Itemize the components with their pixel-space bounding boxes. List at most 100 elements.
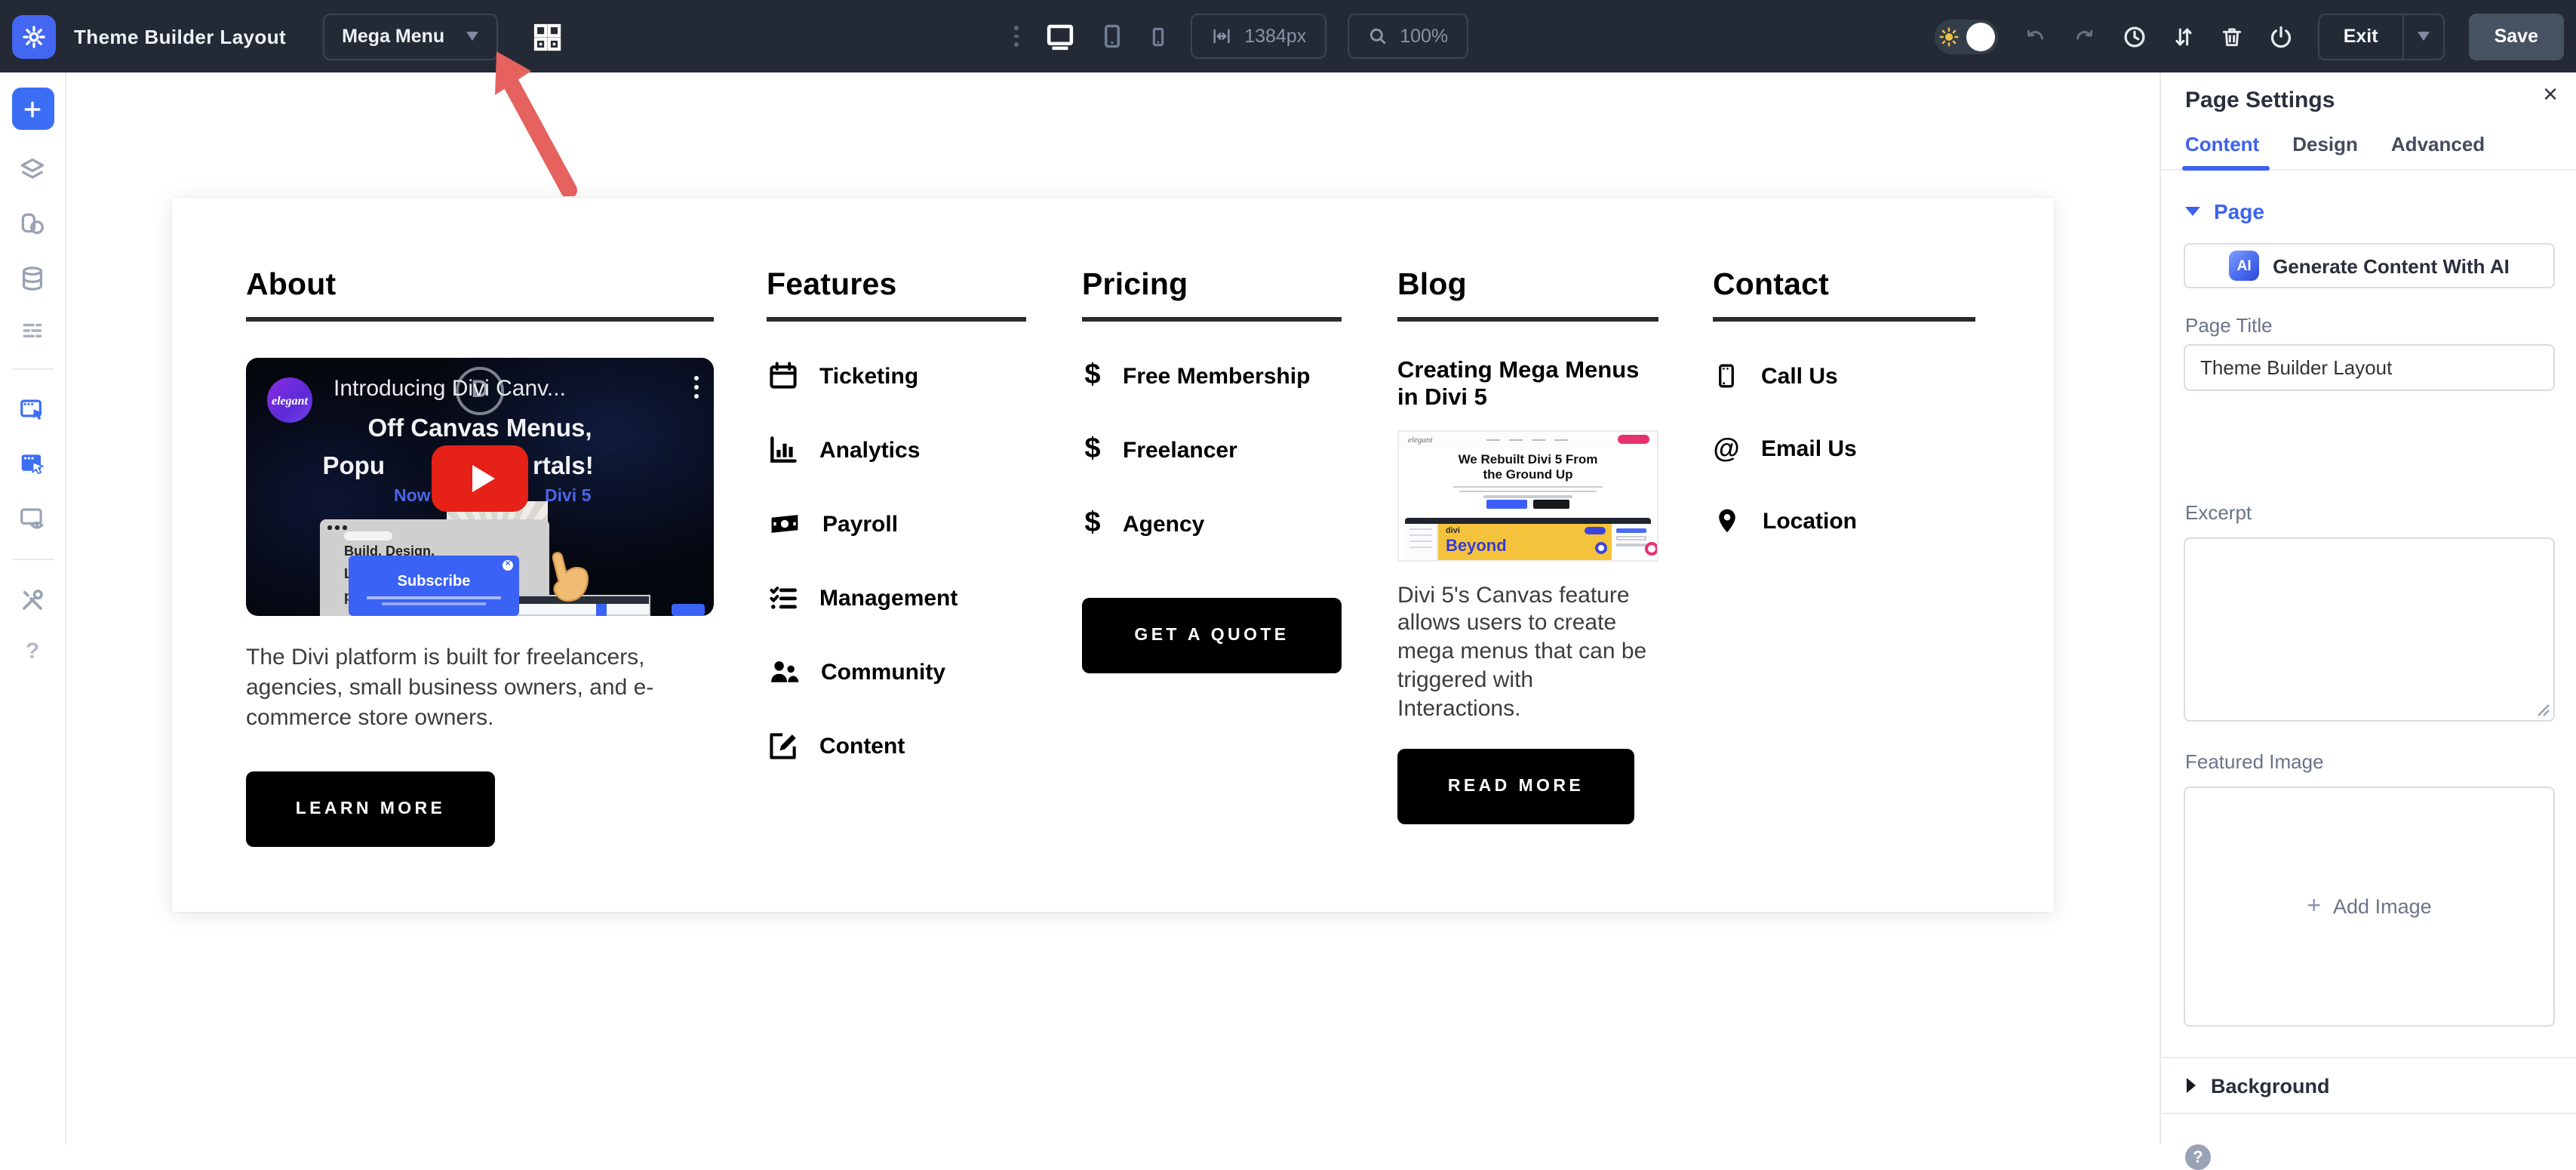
column-blog: Blog Creating Mega Menus in Divi 5 elega… (1397, 267, 1658, 912)
desktop-icon (1042, 20, 1077, 52)
page-section-toggle[interactable]: Page (2185, 199, 2264, 223)
page-settings-button[interactable] (18, 319, 47, 343)
video-caption-line: Off Canvas Menus, (246, 415, 714, 444)
zoom-level-input[interactable]: 100% (1347, 14, 1468, 59)
tablet-icon (1098, 21, 1125, 51)
thumb-app-screenshot: divi Beyond (1405, 517, 1651, 559)
layout-title: Theme Builder Layout (74, 25, 286, 48)
interactions-active-button[interactable] (17, 450, 48, 479)
phone-view-button[interactable] (1146, 22, 1169, 51)
sidebar-divider (11, 368, 54, 370)
mega-menu-preview[interactable]: About elegant D Introducing Divi Canv...… (172, 198, 2054, 912)
blog-heading: Blog (1397, 267, 1658, 322)
tab-content[interactable]: Content (2185, 133, 2259, 169)
column-about: About elegant D Introducing Divi Canv...… (246, 267, 714, 912)
redo-button[interactable] (2072, 25, 2098, 48)
column-features: Features Ticketing Analytics Payroll Man… (767, 267, 1026, 912)
menu-item-content[interactable]: Content (767, 728, 1026, 764)
menu-item-management[interactable]: Management (767, 580, 1026, 616)
sidebar-divider (11, 559, 54, 560)
about-heading: About (246, 267, 714, 322)
exit-button[interactable]: Exit (2319, 14, 2402, 58)
pricing-heading: Pricing (1082, 267, 1342, 322)
plus-icon: + (2307, 893, 2321, 920)
close-panel-button[interactable]: × (2543, 82, 2558, 107)
play-button[interactable] (432, 445, 528, 512)
menu-item-call-us[interactable]: Call Us (1713, 358, 1975, 394)
dollar-icon: $ (1082, 507, 1103, 540)
panel-tabs: Content Design Advanced (2185, 133, 2485, 169)
blog-post-title[interactable]: Creating Mega Menus in Divi 5 (1397, 358, 1658, 413)
menu-item-location[interactable]: Location (1713, 503, 1975, 539)
canvas-width-input[interactable]: 1384px (1190, 14, 1326, 59)
reorder-button[interactable] (2172, 23, 2196, 49)
drag-handle-icon[interactable] (1014, 26, 1018, 47)
toggle-knob (1966, 22, 1995, 51)
layers-button[interactable] (17, 155, 48, 184)
tablet-view-button[interactable] (1098, 21, 1125, 51)
add-image-dropzone[interactable]: + Add Image (2184, 787, 2555, 1027)
video-menu-icon[interactable] (694, 376, 699, 399)
video-subscribe-modal: × Subscribe (349, 556, 519, 616)
featured-image-label: Featured Image (2185, 750, 2324, 773)
get-a-quote-button[interactable]: GET A QUOTE (1082, 598, 1342, 673)
undo-icon (2022, 25, 2048, 48)
excerpt-label: Excerpt (2185, 501, 2252, 524)
delete-button[interactable] (2220, 23, 2244, 49)
menu-item-free-membership[interactable]: $ Free Membership (1082, 358, 1342, 394)
preview-button[interactable] (17, 504, 48, 533)
menu-item-analytics[interactable]: Analytics (767, 432, 1026, 468)
history-button[interactable] (2122, 23, 2147, 49)
desktop-view-button[interactable] (1042, 20, 1077, 52)
annotation-arrow (474, 45, 595, 196)
blog-post-thumbnail[interactable]: elegant We Rebuilt Divi 5 Fromthe Ground… (1397, 430, 1658, 561)
clock-icon (2122, 23, 2147, 49)
thumb-site-header: elegant (1399, 431, 1657, 448)
checklist-icon (767, 581, 800, 614)
tab-advanced[interactable]: Advanced (2391, 133, 2485, 169)
menu-item-freelancer[interactable]: $ Freelancer (1082, 432, 1342, 468)
smartphone-icon (1713, 359, 1740, 393)
contact-heading: Contact (1713, 267, 1975, 322)
dollar-icon: $ (1082, 433, 1103, 466)
theme-mode-toggle[interactable] (1935, 19, 1998, 54)
settings-gear-button[interactable] (12, 14, 56, 58)
panel-help-button[interactable]: ? (2185, 1144, 2211, 1170)
tab-design[interactable]: Design (2292, 133, 2358, 169)
power-icon (2268, 23, 2294, 49)
tools-button[interactable] (18, 586, 47, 614)
excerpt-textarea[interactable] (2184, 537, 2555, 722)
close-icon: × (503, 560, 513, 571)
sort-arrows-icon (2172, 23, 2196, 49)
menu-item-community[interactable]: Community (767, 654, 1026, 690)
add-module-button[interactable] (11, 88, 54, 130)
video-title[interactable]: Introducing Divi Canv... (334, 376, 628, 402)
help-button[interactable]: ? (26, 639, 39, 664)
builder-sidebar: ? (0, 72, 66, 1144)
interaction-outline-icon (17, 396, 48, 424)
page-title-input[interactable] (2184, 344, 2555, 391)
interaction-filled-icon (17, 450, 48, 479)
undo-button[interactable] (2022, 25, 2048, 48)
youtube-video-embed[interactable]: elegant D Introducing Divi Canv... Off C… (246, 358, 714, 616)
interactions-button[interactable] (17, 396, 48, 424)
thumb-cta-pill (1618, 435, 1649, 444)
database-button[interactable] (18, 264, 47, 293)
page-title-label: Page Title (2185, 314, 2273, 337)
learn-more-button[interactable]: LEARN MORE (246, 771, 495, 847)
menu-item-payroll[interactable]: Payroll (767, 506, 1026, 542)
resize-handle[interactable] (2535, 702, 2550, 717)
generate-ai-button[interactable]: AI Generate Content With AI (2184, 243, 2555, 288)
exit-options-caret[interactable] (2402, 14, 2443, 58)
read-more-button[interactable]: READ MORE (1397, 750, 1634, 825)
menu-item-ticketing[interactable]: Ticketing (767, 358, 1026, 394)
divi-builder-window: Theme Builder Layout Mega Menu 1384 (0, 0, 2576, 1144)
sun-icon (1938, 25, 1960, 48)
design-presets-button[interactable] (17, 210, 48, 239)
layout-selector-dropdown[interactable]: Mega Menu (322, 13, 497, 60)
power-button[interactable] (2268, 23, 2294, 49)
menu-item-agency[interactable]: $ Agency (1082, 506, 1342, 542)
menu-item-email-us[interactable]: @ Email Us (1713, 430, 1975, 466)
background-section-toggle[interactable]: Background (2161, 1057, 2576, 1114)
save-button[interactable]: Save (2469, 13, 2564, 60)
